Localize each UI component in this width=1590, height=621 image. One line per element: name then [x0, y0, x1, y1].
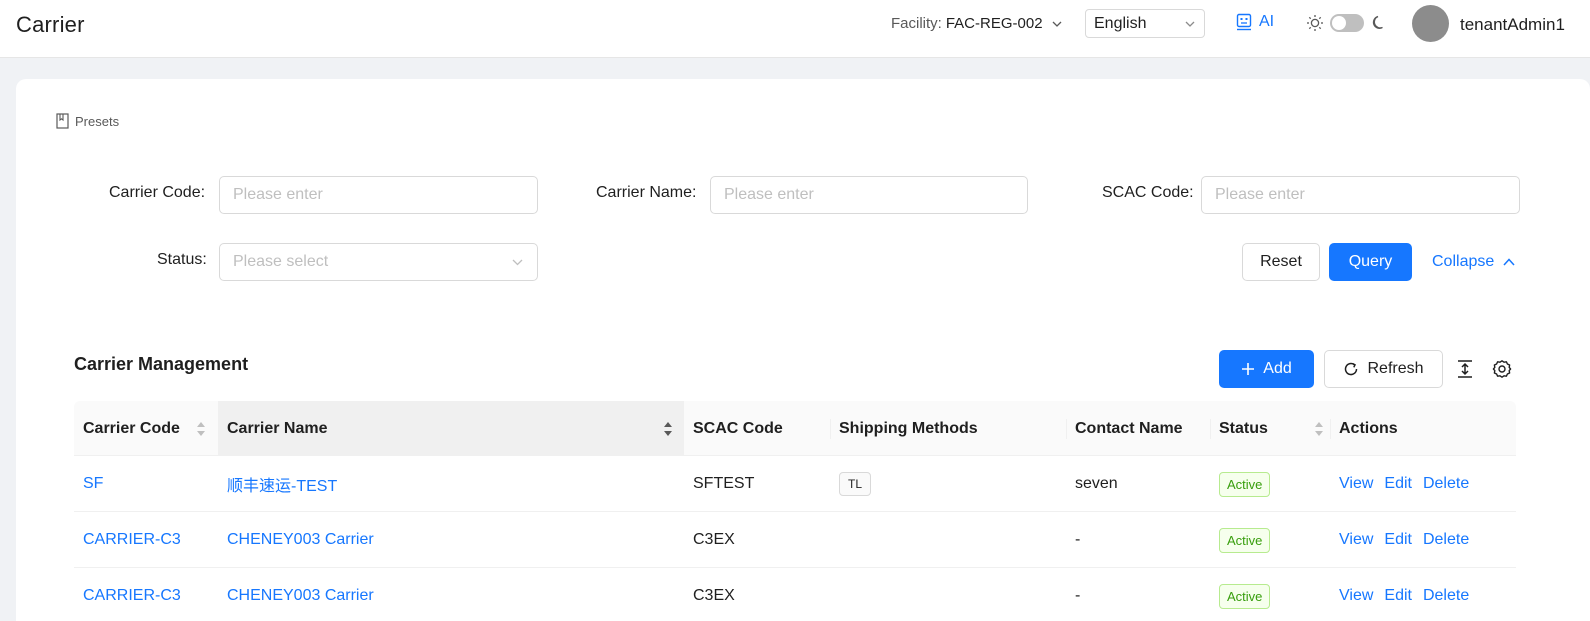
moon-icon — [1372, 15, 1383, 29]
actions-cell: View Edit Delete — [1330, 568, 1469, 621]
carrier-name-link[interactable]: CHENEY003 Carrier — [218, 568, 374, 621]
refresh-label: Refresh — [1367, 360, 1424, 377]
carrier-code-link[interactable]: SF — [74, 456, 103, 512]
status-badge: Active — [1219, 527, 1271, 553]
status-placeholder: Please select — [233, 253, 329, 270]
theme-switcher — [1306, 14, 1388, 32]
ai-label: AI — [1259, 13, 1275, 30]
carrier-name-input[interactable] — [710, 176, 1028, 214]
scac-code-cell: SFTEST — [693, 475, 755, 492]
column-header-status[interactable]: Status — [1210, 401, 1330, 456]
gear-icon — [1492, 360, 1512, 378]
view-link[interactable]: View — [1339, 587, 1373, 605]
reset-button[interactable]: Reset — [1242, 243, 1320, 281]
table-title: Carrier Management — [74, 354, 249, 374]
sort-icon[interactable] — [1314, 420, 1324, 438]
actions-cell: View Edit Delete — [1330, 512, 1469, 568]
contact-name-cell: - — [1075, 531, 1081, 548]
edit-link[interactable]: Edit — [1384, 587, 1412, 605]
delete-link[interactable]: Delete — [1423, 531, 1469, 549]
refresh-button[interactable]: Refresh — [1324, 350, 1443, 388]
table-row: SF 顺丰速运-TEST SFTEST TL seven Active View… — [74, 456, 1516, 512]
sun-icon — [1307, 15, 1323, 31]
language-select[interactable]: English — [1085, 9, 1205, 38]
carrier-name-link[interactable]: CHENEY003 Carrier — [218, 512, 374, 568]
edit-link[interactable]: Edit — [1384, 475, 1412, 493]
page-title: Carrier — [16, 12, 85, 37]
status-badge: Active — [1219, 471, 1271, 497]
column-header-shipping-methods: Shipping Methods — [839, 419, 978, 437]
table-row: CARRIER-C3 CHENEY003 Carrier C3EX - Acti… — [74, 512, 1516, 568]
bookmark-icon — [56, 113, 69, 129]
collapse-label: Collapse — [1432, 253, 1495, 270]
theme-toggle[interactable] — [1330, 14, 1364, 32]
carrier-code-input[interactable] — [219, 176, 538, 214]
chevron-down-icon — [1185, 21, 1195, 27]
shipping-method-tag: TL — [839, 472, 872, 496]
actions-cell: View Edit Delete — [1330, 456, 1469, 512]
column-height-button[interactable] — [1453, 357, 1477, 381]
presets-button[interactable]: Presets — [56, 113, 119, 129]
facility-label: Facility: — [891, 15, 942, 32]
shipping-methods-cell: TL — [830, 456, 872, 512]
contact-name-cell: seven — [1075, 475, 1118, 492]
column-height-icon — [1458, 360, 1472, 378]
avatar[interactable] — [1412, 5, 1449, 42]
carrier-code-link[interactable]: CARRIER-C3 — [74, 512, 181, 568]
robot-icon — [1236, 13, 1252, 31]
chevron-down-icon — [1052, 21, 1062, 27]
presets-label: Presets — [75, 113, 120, 129]
carrier-code-link[interactable]: CARRIER-C3 — [74, 568, 181, 621]
top-header: Carrier Facility: FAC-REG-002 English AI — [0, 0, 1590, 58]
collapse-button[interactable]: Collapse — [1432, 253, 1516, 271]
view-link[interactable]: View — [1339, 475, 1373, 493]
column-header-carrier-name[interactable]: Carrier Name — [218, 401, 684, 456]
delete-link[interactable]: Delete — [1423, 475, 1469, 493]
toggle-knob — [1332, 16, 1346, 30]
delete-link[interactable]: Delete — [1423, 587, 1469, 605]
column-header-scac-code: SCAC Code — [693, 419, 783, 437]
sort-icon[interactable] — [196, 420, 206, 438]
view-link[interactable]: View — [1339, 531, 1373, 549]
status-badge: Active — [1219, 583, 1271, 609]
status-select[interactable]: Please select — [219, 243, 538, 281]
table-row: CARRIER-C3 CHENEY003 Carrier C3EX - Acti… — [74, 568, 1516, 621]
shipping-methods-cell — [830, 512, 839, 568]
contact-name-cell: - — [1075, 587, 1081, 604]
ai-button[interactable]: AI — [1236, 13, 1274, 31]
scac-code-filter-label: SCAC Code: — [1102, 184, 1194, 201]
language-value: English — [1094, 14, 1147, 32]
column-header-actions: Actions — [1339, 419, 1398, 437]
carrier-name-filter-label: Carrier Name: — [596, 184, 697, 201]
edit-link[interactable]: Edit — [1384, 531, 1412, 549]
scac-code-cell: C3EX — [693, 587, 735, 604]
status-cell: Active — [1210, 568, 1271, 621]
carrier-table: Carrier Code Carrier Name SCAC Code Ship… — [74, 401, 1516, 621]
add-label: Add — [1263, 360, 1292, 377]
settings-button[interactable] — [1490, 357, 1514, 381]
column-header-contact-name: Contact Name — [1075, 419, 1183, 437]
query-button[interactable]: Query — [1329, 243, 1412, 281]
username[interactable]: tenantAdmin1 — [1460, 15, 1565, 35]
facility-value: FAC-REG-002 — [945, 15, 1043, 32]
scac-code-cell: C3EX — [693, 531, 735, 548]
refresh-icon — [1345, 362, 1358, 376]
carrier-name-link[interactable]: 顺丰速运-TEST — [218, 456, 337, 512]
facility-selector[interactable]: Facility: FAC-REG-002 — [891, 15, 1063, 32]
status-filter-label: Status: — [157, 251, 207, 268]
add-button[interactable]: Add — [1219, 350, 1314, 388]
carrier-code-filter-label: Carrier Code: — [109, 184, 206, 201]
chevron-down-icon — [512, 259, 523, 266]
status-cell: Active — [1210, 456, 1271, 512]
chevron-up-icon — [1503, 258, 1515, 266]
status-cell: Active — [1210, 512, 1271, 568]
table-header: Carrier Code Carrier Name SCAC Code Ship… — [74, 401, 1516, 456]
sort-icon[interactable] — [663, 420, 673, 438]
scac-code-input[interactable] — [1201, 176, 1520, 214]
shipping-methods-cell — [830, 568, 839, 621]
plus-icon — [1242, 363, 1255, 375]
